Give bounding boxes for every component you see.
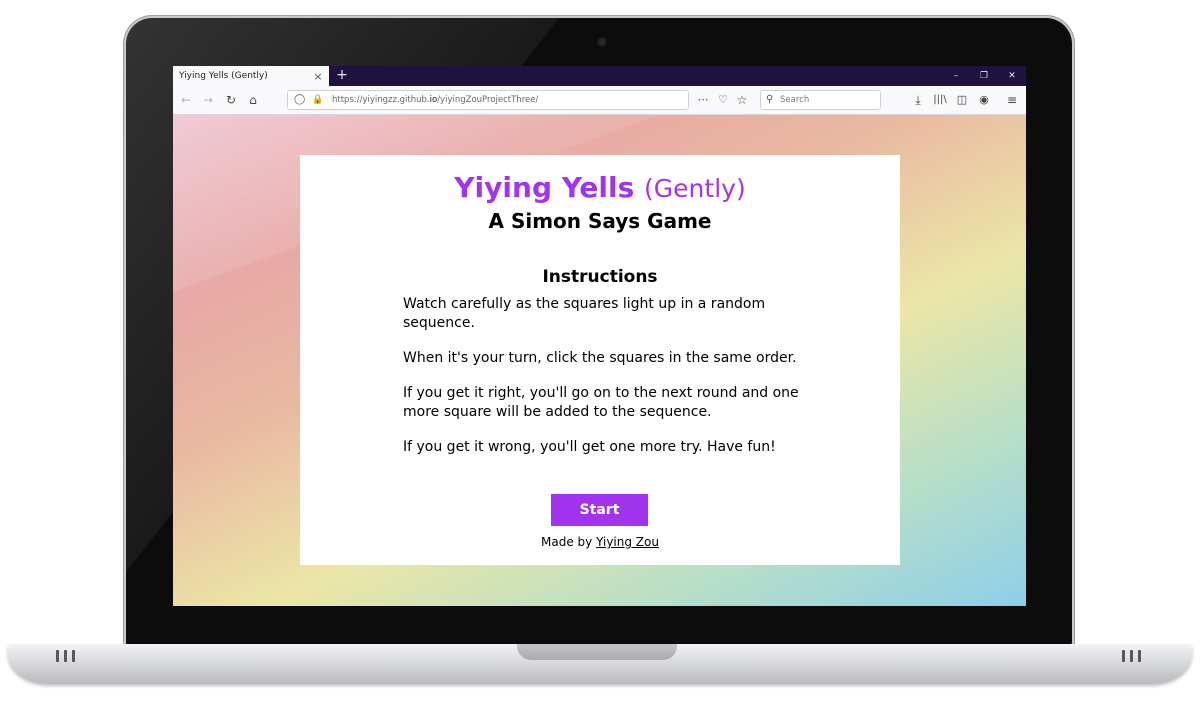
search-bar[interactable]: ⚲ Search <box>760 90 881 110</box>
tab-title: Yiying Yells (Gently) <box>179 71 268 81</box>
search-icon: ⚲ <box>766 94 774 105</box>
instruction-paragraph: Watch carefully as the squares light up … <box>403 296 766 331</box>
start-button[interactable]: Start <box>551 494 648 526</box>
page-viewport: Yiying Yells (Gently) A Simon Says Game … <box>173 115 1026 606</box>
browser-tab[interactable]: Yiying Yells (Gently) × <box>173 66 329 86</box>
credit-line: Made by Yiying Zou <box>300 535 900 549</box>
instruction-paragraph: When it's your turn, click the squares i… <box>403 350 797 366</box>
back-icon[interactable]: ← <box>176 90 196 110</box>
instructions-card: Yiying Yells (Gently) A Simon Says Game … <box>300 155 900 565</box>
laptop-notch <box>517 644 677 660</box>
home-icon[interactable]: ⌂ <box>243 90 263 110</box>
left-vent <box>56 650 75 662</box>
library-icon[interactable]: |||\ <box>930 90 950 110</box>
address-bar[interactable]: ◯ 🔒 https://yiyingzz.github.io/yiyingZou… <box>287 90 689 110</box>
tab-bar: Yiying Yells (Gently) × + – ❐ ✕ <box>173 66 1026 86</box>
shield-icon[interactable]: ◯ <box>294 91 305 109</box>
forward-icon[interactable]: → <box>198 90 218 110</box>
credit-prefix: Made by <box>541 535 593 549</box>
instructions-heading: Instructions <box>542 267 658 287</box>
url-path: /yiyingZouProjectThree/ <box>437 95 539 105</box>
close-window-button[interactable]: ✕ <box>998 66 1026 86</box>
page-title: Yiying Yells (Gently) <box>300 171 900 204</box>
right-vent <box>1122 650 1141 662</box>
pocket-icon[interactable]: ♡ <box>713 90 733 110</box>
url-prefix: https://yiyingzz.github. <box>332 95 430 105</box>
author-link[interactable]: Yiying Zou <box>596 535 659 549</box>
minimize-button[interactable]: – <box>942 66 970 86</box>
nav-toolbar: ← → ↻ ⌂ ◯ 🔒 https://yiyingzz.github.io/y… <box>173 86 1026 115</box>
account-icon[interactable]: ◉ <box>974 90 994 110</box>
lock-icon[interactable]: 🔒 <box>312 91 323 109</box>
webcam <box>597 37 607 47</box>
instruction-paragraph: If you get it wrong, you'll get one more… <box>403 439 776 455</box>
restore-button[interactable]: ❐ <box>970 66 998 86</box>
tab-close-icon[interactable]: × <box>311 70 325 83</box>
menu-icon[interactable]: ≡ <box>1002 90 1022 110</box>
url-text: https://yiyingzz.github.io/yiyingZouProj… <box>332 91 538 109</box>
page-subtitle: A Simon Says Game <box>488 209 712 233</box>
sidebar-icon[interactable]: ◫ <box>952 90 972 110</box>
download-icon[interactable]: ⤓ <box>908 90 928 110</box>
browser-window: Yiying Yells (Gently) × + – ❐ ✕ ← → ↻ ⌂ … <box>173 66 1026 606</box>
instruction-paragraph: If you get it right, you'll go on to the… <box>403 385 799 420</box>
reload-icon[interactable]: ↻ <box>221 90 241 110</box>
new-tab-button[interactable]: + <box>333 66 351 86</box>
title-paren: (Gently) <box>644 174 746 203</box>
title-main: Yiying Yells <box>454 171 635 204</box>
more-icon[interactable]: ⋯ <box>693 90 713 110</box>
star-icon[interactable]: ☆ <box>732 90 752 110</box>
search-placeholder: Search <box>780 95 810 105</box>
